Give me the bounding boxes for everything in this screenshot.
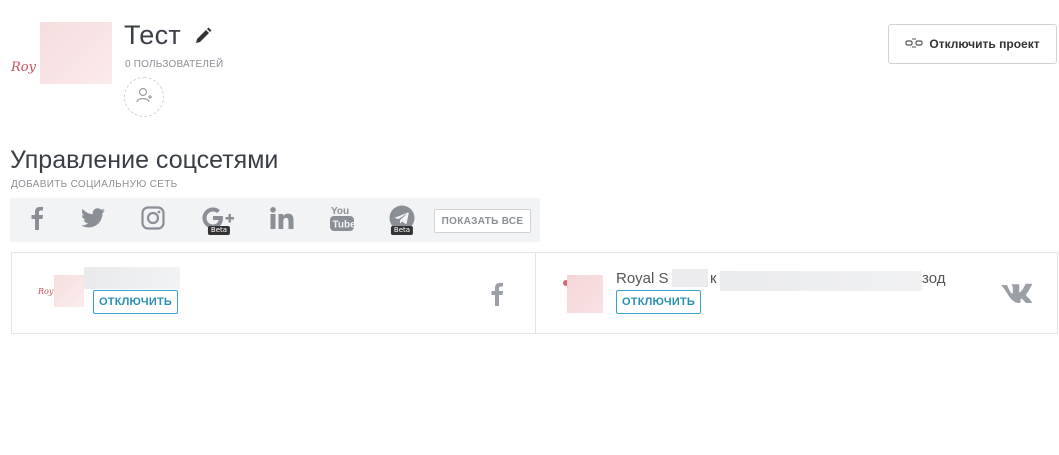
add-telegram-button[interactable]: Beta <box>386 204 418 236</box>
add-linkedin-button[interactable] <box>266 204 298 236</box>
connected-account-card: Roy ОТКЛЮЧИТЬ <box>12 253 536 333</box>
social-network-bar: Beta You Tube Beta ПОКАЗАТЬ ВСЕ <box>10 198 540 242</box>
svg-text:Tube: Tube <box>333 219 355 230</box>
add-google-plus-button[interactable]: Beta <box>201 204 237 236</box>
disable-project-label: Отключить проект <box>929 37 1040 51</box>
youtube-icon: You Tube <box>330 204 356 237</box>
account-avatar <box>567 275 603 313</box>
svg-text:You: You <box>331 206 349 217</box>
beta-badge: Beta <box>207 226 231 235</box>
account-avatar: Roy <box>38 275 84 307</box>
facebook-icon <box>30 206 44 235</box>
account-name-redacted <box>84 267 180 289</box>
vk-icon <box>1000 283 1033 308</box>
project-title: Тест <box>124 20 182 50</box>
beta-badge: Beta <box>390 226 414 235</box>
account-name-redacted <box>672 269 708 287</box>
add-user-button[interactable] <box>124 77 164 117</box>
project-title-row: Тест <box>124 20 213 51</box>
account-name-redacted <box>720 271 922 291</box>
show-all-button[interactable]: ПОКАЗАТЬ ВСЕ <box>434 209 531 233</box>
connected-account-card: Royal S к зод ОТКЛЮЧИТЬ <box>536 253 1057 333</box>
linkedin-icon <box>270 206 294 234</box>
add-twitter-button[interactable] <box>77 204 109 236</box>
section-title: Управление соцсетями <box>10 146 279 174</box>
add-instagram-button[interactable] <box>137 204 169 236</box>
instagram-icon <box>141 205 165 235</box>
add-social-label: ДОБАВИТЬ СОЦИАЛЬНУЮ СЕТЬ <box>11 179 178 190</box>
users-count: 0 ПОЛЬЗОВАТЕЛЕЙ <box>125 59 224 70</box>
project-logo-image <box>40 22 112 84</box>
unlink-icon <box>905 37 924 52</box>
facebook-icon <box>490 281 504 312</box>
twitter-icon <box>81 207 105 233</box>
disconnect-button[interactable]: ОТКЛЮЧИТЬ <box>93 290 178 314</box>
account-name-end: зод <box>922 270 946 287</box>
disable-project-button[interactable]: Отключить проект <box>888 24 1057 64</box>
add-user-icon <box>135 86 153 109</box>
account-name: Royal S <box>616 270 669 287</box>
account-name-fragment: к <box>710 270 717 287</box>
disconnect-button[interactable]: ОТКЛЮЧИТЬ <box>616 290 701 314</box>
account-avatar-image <box>54 275 84 307</box>
add-youtube-button[interactable]: You Tube <box>326 204 358 236</box>
connected-accounts: Roy ОТКЛЮЧИТЬ Royal S к зод ОТКЛЮЧИТЬ <box>11 252 1058 334</box>
pencil-icon[interactable] <box>193 26 213 46</box>
project-logo-text: Roy <box>11 60 36 75</box>
account-avatar-text: Roy <box>38 287 54 296</box>
project-logo: Roy <box>8 20 112 84</box>
add-facebook-button[interactable] <box>21 204 53 236</box>
